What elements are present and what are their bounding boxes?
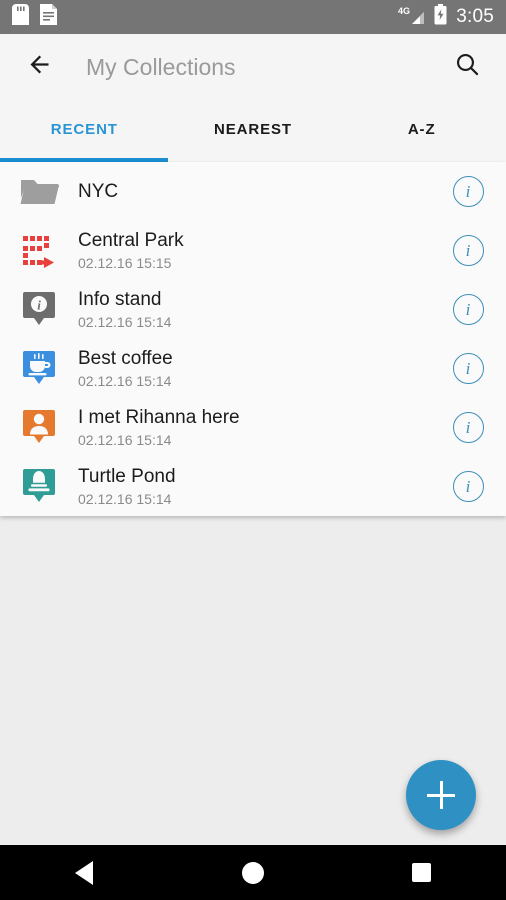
info-button[interactable]: i xyxy=(446,471,490,502)
app-toolbar: My Collections xyxy=(0,34,506,100)
map-pin-person-icon xyxy=(14,408,64,448)
info-button[interactable]: i xyxy=(446,176,490,207)
list-item-text: Best coffee 02.12.16 15:14 xyxy=(78,347,446,391)
route-track-icon xyxy=(14,232,64,270)
info-icon: i xyxy=(452,353,484,384)
phone-screen: 4G 3:05 My Collections RECENT NEAREST A-… xyxy=(0,0,506,900)
list-item[interactable]: i Info stand 02.12.16 15:14 i xyxy=(0,280,506,339)
list-item-title: Best coffee xyxy=(78,347,173,369)
list-item-title: NYC xyxy=(78,181,119,202)
status-bar-right-icons: 4G 3:05 xyxy=(398,4,494,30)
list-item[interactable]: NYC i xyxy=(0,162,506,221)
nav-home-button[interactable] xyxy=(169,861,338,884)
status-bar-left-icons xyxy=(12,4,57,30)
add-button[interactable] xyxy=(406,760,476,830)
signal-4g-icon: 4G xyxy=(398,5,425,30)
folder-icon xyxy=(14,176,64,208)
info-button[interactable]: i xyxy=(446,353,490,384)
system-navigation-bar xyxy=(0,845,506,900)
info-icon: i xyxy=(452,471,484,502)
page-title: My Collections xyxy=(86,53,236,80)
nav-back-icon xyxy=(75,860,94,885)
search-icon xyxy=(454,51,481,83)
list-item-text: NYC xyxy=(78,180,446,203)
list-item-timestamp: 02.12.16 15:14 xyxy=(78,490,172,507)
list-item-text: Central Park 02.12.16 15:15 xyxy=(78,229,446,273)
info-icon: i xyxy=(452,176,484,207)
search-button[interactable] xyxy=(446,46,488,88)
back-button[interactable] xyxy=(18,46,60,88)
list-item-text: Info stand 02.12.16 15:14 xyxy=(78,288,446,332)
map-pin-monument-icon xyxy=(14,467,64,507)
list-item-text: Turtle Pond 02.12.16 15:14 xyxy=(78,465,446,509)
arrow-left-icon xyxy=(26,51,53,83)
document-icon xyxy=(40,4,57,30)
nav-recents-button[interactable] xyxy=(337,863,506,882)
info-button[interactable]: i xyxy=(446,412,490,443)
info-button[interactable]: i xyxy=(446,235,490,266)
list-item-timestamp: 02.12.16 15:14 xyxy=(78,313,172,330)
tab-bar: RECENT NEAREST A-Z xyxy=(0,100,506,162)
svg-text:i: i xyxy=(37,297,41,312)
list-item-title: Turtle Pond xyxy=(78,465,176,487)
tab-nearest[interactable]: NEAREST xyxy=(169,100,338,162)
tab-recent[interactable]: RECENT xyxy=(0,100,169,162)
list-item[interactable]: I met Rihanna here 02.12.16 15:14 i xyxy=(0,398,506,457)
plus-icon xyxy=(427,781,455,809)
collections-list: NYC i Central Park 02.12.16 15:15 i i In… xyxy=(0,162,506,516)
list-item-timestamp: 02.12.16 15:14 xyxy=(78,372,172,389)
info-icon: i xyxy=(452,412,484,443)
battery-charging-icon xyxy=(434,4,447,30)
status-bar-clock: 3:05 xyxy=(456,6,494,27)
nav-recents-icon xyxy=(412,863,432,882)
info-button[interactable]: i xyxy=(446,294,490,325)
list-item-title: Central Park xyxy=(78,229,184,251)
sd-card-icon xyxy=(12,4,29,30)
list-item-title: I met Rihanna here xyxy=(78,406,240,428)
list-item-timestamp: 02.12.16 15:15 xyxy=(78,254,172,271)
list-item-timestamp: 02.12.16 15:14 xyxy=(78,431,172,448)
map-pin-info-icon: i xyxy=(14,290,64,330)
list-item-text: I met Rihanna here 02.12.16 15:14 xyxy=(78,406,446,450)
info-icon: i xyxy=(452,235,484,266)
nav-home-icon xyxy=(242,861,264,884)
status-bar: 4G 3:05 xyxy=(0,0,506,34)
list-item[interactable]: Turtle Pond 02.12.16 15:14 i xyxy=(0,457,506,516)
svg-text:4G: 4G xyxy=(398,6,410,16)
list-item[interactable]: Best coffee 02.12.16 15:14 i xyxy=(0,339,506,398)
tab-a-z[interactable]: A-Z xyxy=(337,100,506,162)
nav-back-button[interactable] xyxy=(0,860,169,885)
info-icon: i xyxy=(452,294,484,325)
map-pin-coffee-icon xyxy=(14,349,64,389)
list-item-title: Info stand xyxy=(78,288,162,310)
list-item[interactable]: Central Park 02.12.16 15:15 i xyxy=(0,221,506,280)
